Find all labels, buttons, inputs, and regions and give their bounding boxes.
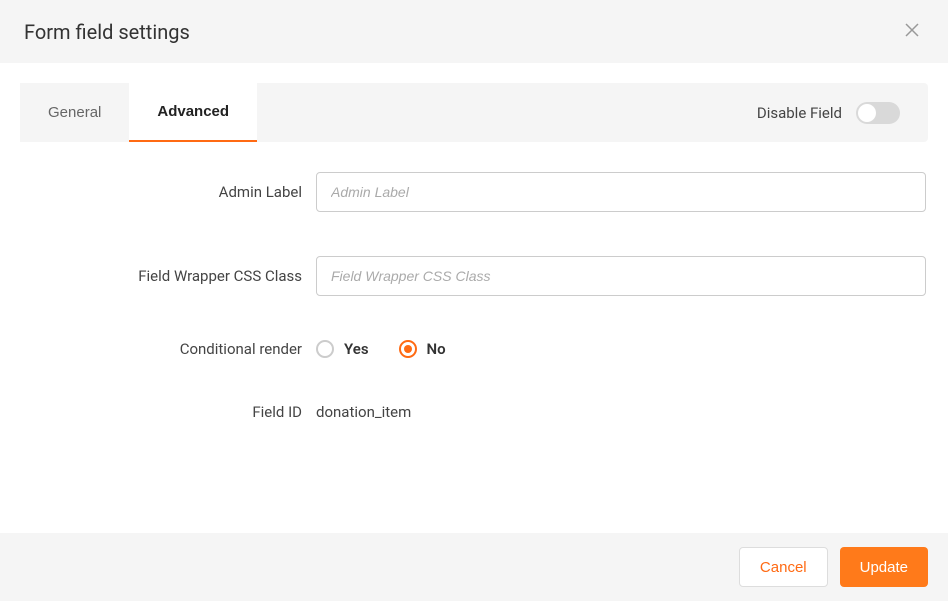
tab-advanced[interactable]: Advanced bbox=[129, 83, 257, 142]
admin-label-label: Admin Label bbox=[20, 183, 316, 201]
toggle-knob bbox=[858, 104, 876, 122]
modal-title: Form field settings bbox=[24, 20, 190, 44]
field-id-value: donation_item bbox=[316, 403, 411, 421]
row-wrapper-class: Field Wrapper CSS Class bbox=[20, 256, 928, 296]
field-id-label: Field ID bbox=[20, 403, 316, 421]
tab-general[interactable]: General bbox=[20, 83, 129, 142]
conditional-render-yes[interactable]: Yes bbox=[316, 340, 369, 358]
admin-label-input[interactable] bbox=[316, 172, 926, 212]
update-button[interactable]: Update bbox=[840, 547, 928, 587]
modal-footer: Cancel Update bbox=[0, 533, 948, 601]
tabs: General Advanced bbox=[20, 83, 257, 142]
radio-yes-label: Yes bbox=[344, 340, 369, 358]
conditional-render-radio-group: Yes No bbox=[316, 340, 928, 358]
disable-field-label: Disable Field bbox=[757, 104, 842, 122]
tabs-row: General Advanced Disable Field bbox=[20, 83, 928, 142]
wrapper-class-label: Field Wrapper CSS Class bbox=[20, 267, 316, 285]
radio-icon bbox=[316, 340, 334, 358]
modal-header: Form field settings bbox=[0, 0, 948, 63]
wrapper-class-input[interactable] bbox=[316, 256, 926, 296]
close-icon bbox=[904, 22, 920, 41]
cancel-button[interactable]: Cancel bbox=[739, 547, 828, 587]
row-field-id: Field ID donation_item bbox=[20, 402, 928, 421]
row-admin-label: Admin Label bbox=[20, 172, 928, 212]
row-conditional-render: Conditional render Yes No bbox=[20, 340, 928, 358]
conditional-render-no[interactable]: No bbox=[399, 340, 446, 358]
modal-content: Admin Label Field Wrapper CSS Class Cond… bbox=[0, 142, 948, 533]
disable-field-group: Disable Field bbox=[757, 102, 928, 124]
radio-icon-selected bbox=[399, 340, 417, 358]
conditional-render-label: Conditional render bbox=[20, 340, 316, 358]
radio-dot-icon bbox=[404, 345, 412, 353]
close-button[interactable] bbox=[900, 18, 924, 45]
radio-no-label: No bbox=[427, 340, 446, 358]
disable-field-toggle[interactable] bbox=[856, 102, 900, 124]
form-field-settings-modal: Form field settings General Advanced Dis… bbox=[0, 0, 948, 601]
